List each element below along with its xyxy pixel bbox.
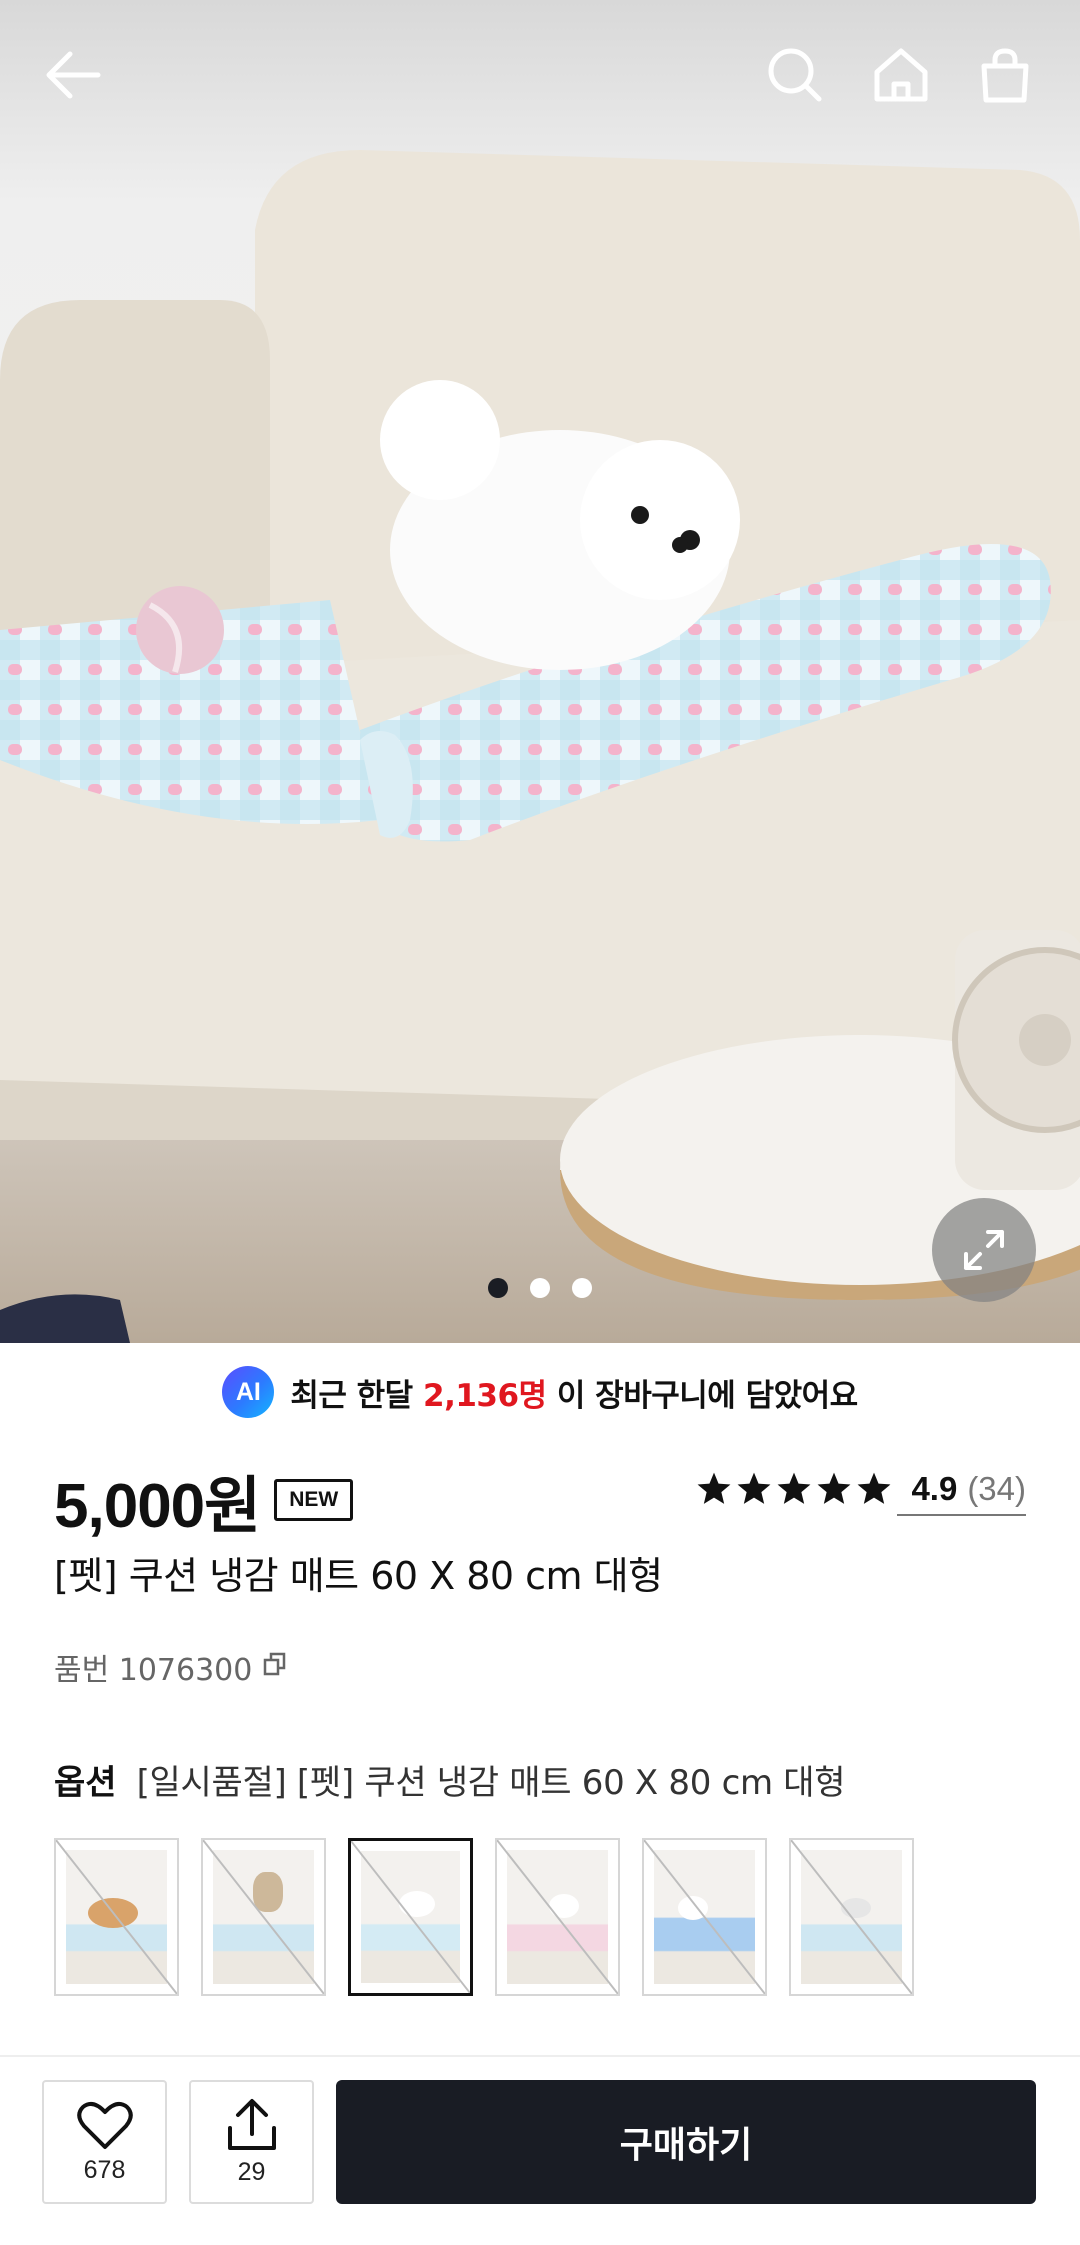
section-divider — [0, 2055, 1080, 2057]
star-icon — [818, 1472, 851, 1504]
option-label: 옵션 — [54, 1763, 117, 1803]
share-button[interactable]: 29 — [189, 2080, 314, 2204]
sold-out-slash — [203, 1840, 324, 1994]
option-thumbnails — [54, 1838, 914, 1996]
option-thumbnail[interactable] — [642, 1838, 767, 1996]
option-thumbnail[interactable] — [789, 1838, 914, 1996]
home-button[interactable] — [866, 40, 936, 110]
option-row: 옵션 [일시품절] [펫] 쿠션 냉감 매트 60 X 80 cm 대형 — [54, 1755, 846, 1804]
ai-notice-highlight: 2,136명 — [423, 1377, 547, 1414]
expand-icon — [964, 1230, 1004, 1270]
option-thumbnail[interactable] — [201, 1838, 326, 1996]
rating-value: 4.9 — [911, 1470, 958, 1507]
star-icon — [858, 1472, 891, 1504]
product-sku: 품번 1076300 — [54, 1653, 253, 1688]
rating-underline — [897, 1514, 1026, 1516]
arrow-left-icon — [46, 51, 101, 99]
option-selected-value: [일시품절] [펫] 쿠션 냉감 매트 60 X 80 cm 대형 — [136, 1763, 846, 1803]
option-thumbnail[interactable] — [348, 1838, 473, 1996]
ai-notice-suffix: 이 장바구니에 담았어요 — [546, 1377, 858, 1414]
sold-out-slash — [644, 1840, 765, 1994]
like-count: 678 — [83, 2155, 126, 2184]
review-count: (34) — [967, 1470, 1026, 1507]
product-photo — [0, 0, 1080, 1343]
product-price: 5,000원 — [54, 1472, 261, 1541]
gallery-pagination — [0, 1278, 1080, 1298]
gallery-dot[interactable] — [530, 1278, 550, 1298]
option-thumbnail[interactable] — [54, 1838, 179, 1996]
sold-out-slash — [791, 1840, 912, 1994]
top-navigation-bar — [0, 0, 1080, 150]
search-button[interactable] — [760, 40, 830, 110]
like-button[interactable]: 678 — [42, 2080, 167, 2204]
gallery-dot[interactable] — [488, 1278, 508, 1298]
sold-out-slash — [497, 1840, 618, 1994]
ai-notice-text: 최근 한달 2,136명 이 장바구니에 담았어요 — [290, 1370, 858, 1415]
ai-notice-prefix: 최근 한달 — [290, 1377, 423, 1414]
gallery-dot[interactable] — [572, 1278, 592, 1298]
sold-out-slash — [351, 1841, 470, 1993]
back-button[interactable] — [38, 40, 108, 110]
rating-summary[interactable]: 4.9 (34) — [695, 1470, 1026, 1516]
option-thumbnail[interactable] — [495, 1838, 620, 1996]
share-count: 29 — [237, 2157, 266, 2186]
ai-badge: AI — [222, 1366, 275, 1418]
star-icon — [738, 1472, 771, 1504]
star-rating — [695, 1471, 893, 1507]
sku-row: 품번 1076300 — [54, 1645, 288, 1689]
buy-button[interactable]: 구매하기 — [336, 2080, 1036, 2204]
shopping-bag-icon — [981, 48, 1029, 103]
cart-button[interactable] — [970, 40, 1040, 110]
share-icon — [227, 2098, 276, 2150]
price-row: 5,000원 NEW — [54, 1455, 354, 1545]
ai-cart-notice: AI 최근 한달 2,136명 이 장바구니에 담았어요 — [0, 1362, 1080, 1422]
product-image-gallery[interactable] — [0, 0, 1080, 1343]
copy-icon — [264, 1652, 286, 1675]
search-icon — [768, 48, 822, 102]
product-title: [펫] 쿠션 냉감 매트 60 X 80 cm 대형 — [54, 1554, 663, 1598]
sold-out-slash — [56, 1840, 177, 1994]
home-icon — [874, 48, 928, 102]
bottom-action-bar: 678 29 구매하기 — [0, 2080, 1080, 2245]
heart-icon — [76, 2101, 133, 2149]
star-icon — [778, 1472, 811, 1504]
new-badge: NEW — [274, 1479, 354, 1521]
star-icon — [698, 1472, 731, 1504]
copy-sku-button[interactable] — [262, 1650, 288, 1685]
